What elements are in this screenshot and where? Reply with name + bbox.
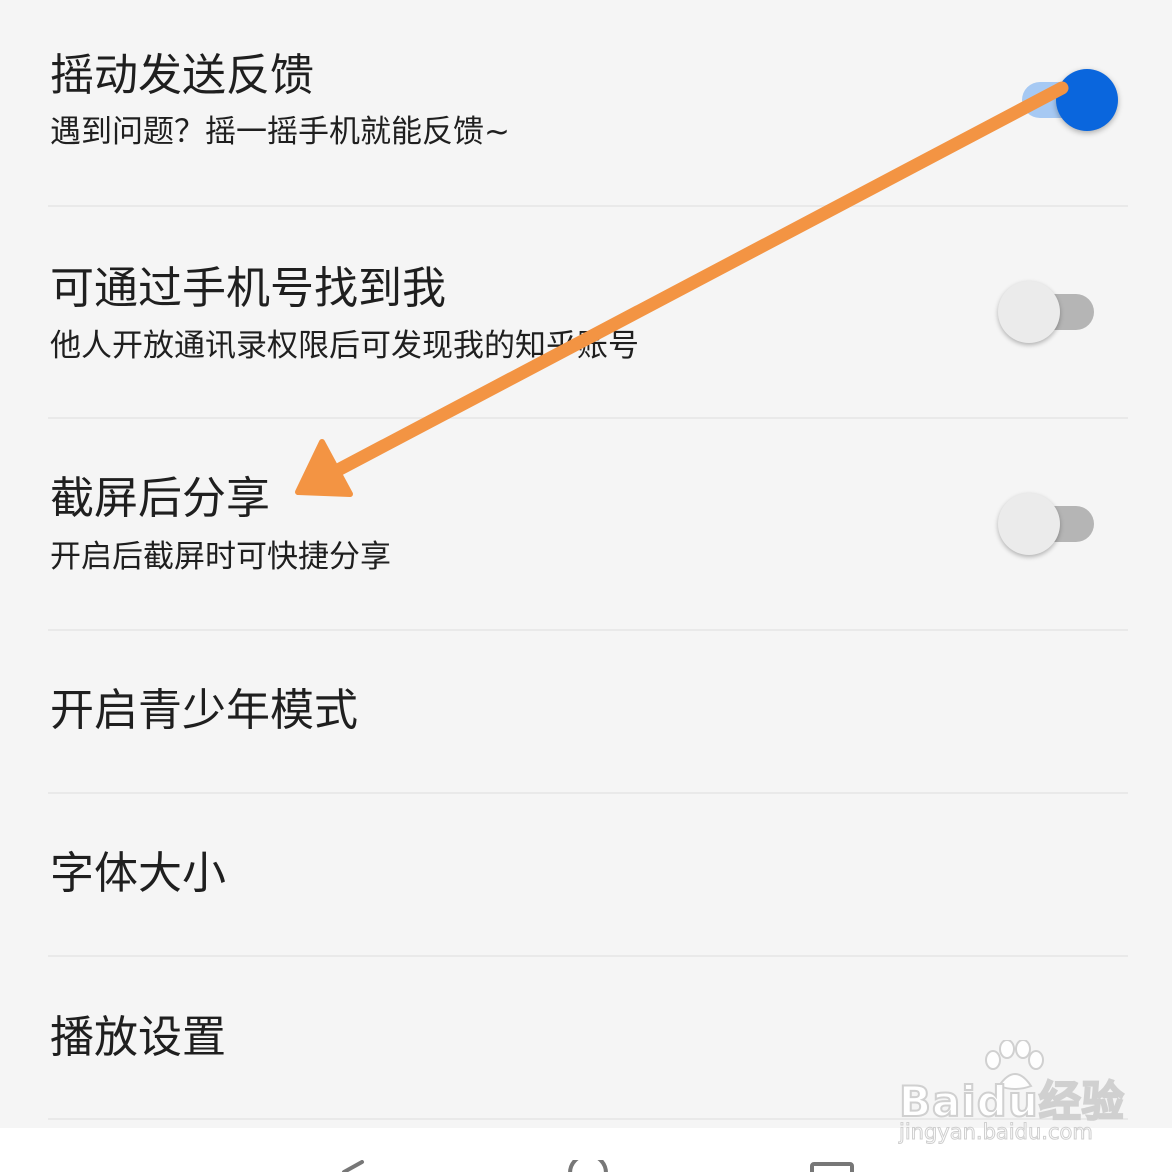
settings-screen: 摇动发送反馈 遇到问题？摇一摇手机就能反馈~ 可通过手机号找到我 他人开放通讯录… <box>0 0 1172 1172</box>
divider <box>48 1118 1128 1120</box>
setting-shake-feedback[interactable]: 摇动发送反馈 遇到问题？摇一摇手机就能反馈~ <box>48 0 1128 206</box>
setting-find-by-phone[interactable]: 可通过手机号找到我 他人开放通讯录权限后可发现我的知乎账号 <box>48 207 1128 417</box>
setting-title: 截屏后分享 <box>50 473 270 524</box>
screenshot-share-toggle[interactable] <box>998 492 1098 556</box>
setting-screenshot-share[interactable]: 截屏后分享 开启后截屏时可快捷分享 <box>48 419 1128 629</box>
setting-title: 可通过手机号找到我 <box>50 263 446 314</box>
setting-playback[interactable]: 播放设置 <box>48 957 1128 1119</box>
toggle-thumb <box>998 493 1060 555</box>
setting-title: 字体大小 <box>50 848 226 899</box>
setting-title: 开启青少年模式 <box>50 685 358 736</box>
setting-subtitle: 遇到问题？摇一摇手机就能反馈~ <box>50 114 510 150</box>
shake-feedback-toggle[interactable] <box>1018 68 1118 132</box>
setting-subtitle: 开启后截屏时可快捷分享 <box>50 539 391 575</box>
back-icon[interactable] <box>340 1160 366 1172</box>
toggle-thumb <box>998 281 1060 343</box>
setting-title: 播放设置 <box>50 1012 226 1063</box>
setting-subtitle: 他人开放通讯录权限后可发现我的知乎账号 <box>50 328 639 364</box>
recents-icon[interactable] <box>810 1162 854 1172</box>
navigation-bar <box>0 1128 1172 1172</box>
toggle-thumb <box>1056 69 1118 131</box>
home-icon[interactable] <box>568 1160 608 1172</box>
find-by-phone-toggle[interactable] <box>998 280 1098 344</box>
setting-title: 摇动发送反馈 <box>50 50 314 101</box>
setting-teen-mode[interactable]: 开启青少年模式 <box>48 631 1128 793</box>
setting-font-size[interactable]: 字体大小 <box>48 794 1128 956</box>
